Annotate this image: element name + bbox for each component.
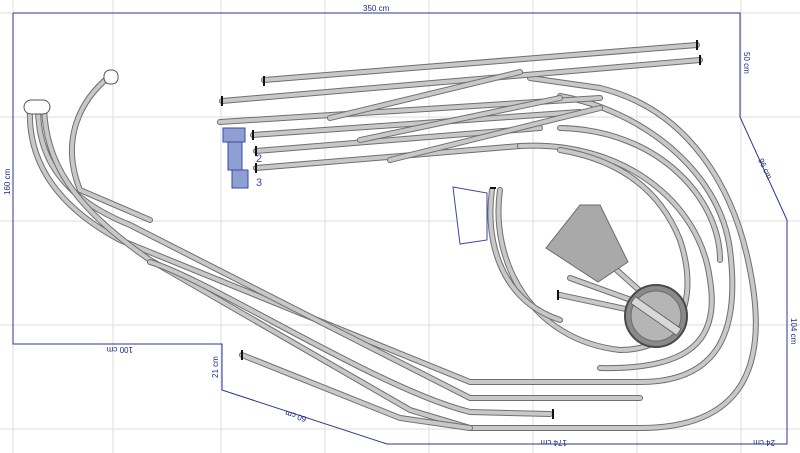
dim-right-diagonal: 96 cm: [756, 157, 774, 181]
turntable: [624, 284, 688, 348]
helix-entrance-left: [23, 99, 51, 115]
dim-left-height: 160 cm: [3, 168, 12, 195]
dim-bottom-diagonal: 60 cm: [284, 408, 308, 423]
dim-bottom-right-width: 24 cm: [753, 438, 775, 447]
station-building: [222, 127, 249, 189]
engine-shed: [545, 204, 629, 283]
layout-diagram: 350 cm 160 cm 100 cm 50 cm 96 cm 104 cm …: [0, 0, 800, 453]
track-network: [26, 42, 759, 431]
dim-left-drop-height: 21 cm: [211, 356, 220, 378]
helix-entrance-top: [103, 69, 119, 85]
marker-2: 2: [256, 153, 262, 165]
dim-top-width: 350 cm: [363, 4, 390, 13]
dim-bottom-middle-width: 174 cm: [540, 438, 567, 447]
dim-right-upper-height: 50 cm: [742, 52, 751, 74]
marker-3: 3: [256, 177, 262, 189]
dim-right-lower-height: 104 cm: [789, 318, 798, 345]
building-outline: [452, 186, 488, 245]
dim-bottom-left-width: 100 cm: [106, 345, 133, 354]
